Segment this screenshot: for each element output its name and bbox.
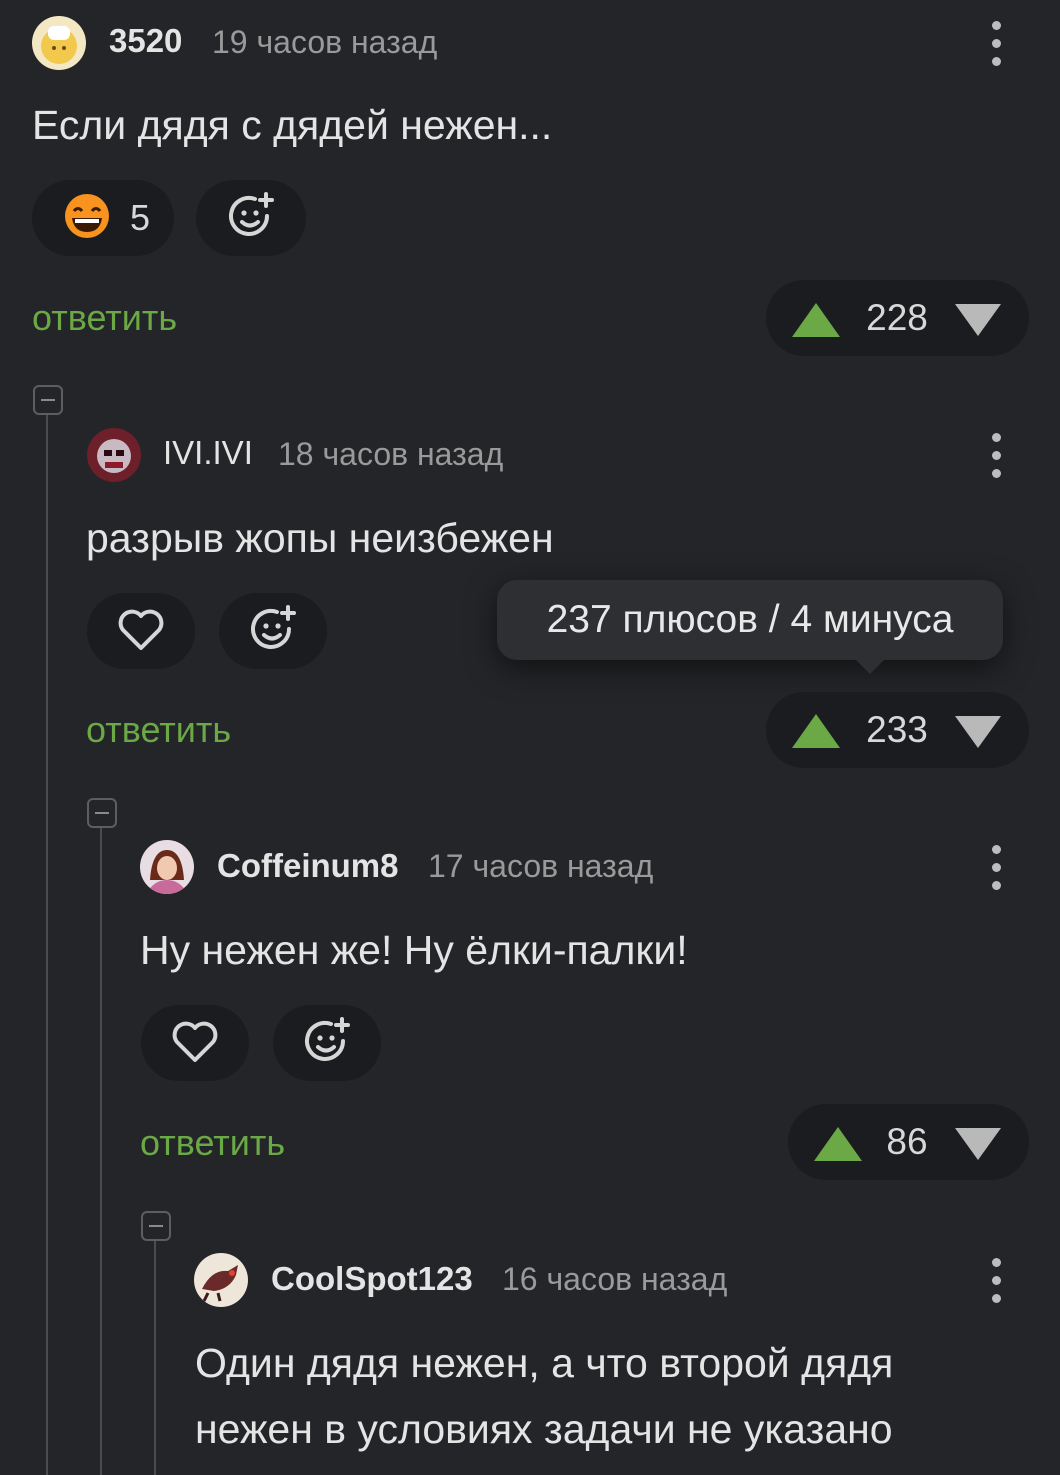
comment-text-line: нежен в условиях задачи не указано <box>195 1406 893 1452</box>
upvote-icon[interactable] <box>792 303 840 337</box>
rating-value: 228 <box>866 297 928 338</box>
rating-control: 228 <box>766 280 1029 356</box>
username[interactable]: CoolSpot123 <box>271 1260 473 1298</box>
collapse-icon[interactable] <box>33 385 63 415</box>
add-reaction-button[interactable] <box>273 1005 381 1081</box>
thread-line[interactable] <box>100 828 102 1475</box>
add-reaction-button[interactable] <box>219 593 327 669</box>
thread-line[interactable] <box>154 1241 156 1475</box>
like-button[interactable] <box>87 593 195 669</box>
avatar[interactable] <box>32 16 86 70</box>
timestamp: 19 часов назад <box>212 24 438 60</box>
add-reaction-icon <box>299 1013 355 1074</box>
more-vertical-icon[interactable] <box>981 1250 1011 1310</box>
add-reaction-icon <box>245 601 301 662</box>
downvote-icon[interactable] <box>955 1128 1001 1160</box>
reaction-button[interactable]: 5 <box>32 180 174 256</box>
rating-control: 86 <box>788 1104 1029 1180</box>
thread-line[interactable] <box>46 415 48 1475</box>
avatar[interactable] <box>87 428 141 482</box>
tooltip-text: 237 плюсов / 4 минуса <box>546 598 954 641</box>
avatar[interactable] <box>140 840 194 894</box>
tooltip-arrow <box>856 660 884 674</box>
timestamp: 18 часов назад <box>278 436 504 472</box>
rating-value: 86 <box>886 1121 928 1162</box>
timestamp: 17 часов назад <box>428 848 654 884</box>
heart-icon <box>170 1018 220 1069</box>
heart-icon <box>116 606 166 657</box>
rating-value: 233 <box>866 709 928 750</box>
add-reaction-button[interactable] <box>196 180 306 256</box>
collapse-icon[interactable] <box>141 1211 171 1241</box>
comment-text: Ну нежен же! Ну ёлки-палки! <box>140 927 688 973</box>
like-button[interactable] <box>141 1005 249 1081</box>
rating-control: 233 <box>766 692 1029 768</box>
more-vertical-icon[interactable] <box>981 837 1011 897</box>
add-reaction-icon <box>223 188 279 249</box>
collapse-icon[interactable] <box>87 798 117 828</box>
username[interactable]: IVI.IVI <box>163 434 253 472</box>
comment-text-line: Один дядя нежен, а что второй дядя <box>195 1340 894 1386</box>
username[interactable]: 3520 <box>109 22 182 60</box>
timestamp: 16 часов назад <box>502 1261 728 1297</box>
reply-link[interactable]: ответить <box>140 1122 285 1164</box>
more-vertical-icon[interactable] <box>981 425 1011 485</box>
grinning-emoji-icon <box>62 191 112 246</box>
comment-text: Если дядя с дядей нежен... <box>32 102 553 148</box>
reply-link[interactable]: ответить <box>32 297 177 339</box>
reply-link[interactable]: ответить <box>86 709 231 751</box>
upvote-icon[interactable] <box>792 714 840 748</box>
downvote-icon[interactable] <box>955 716 1001 748</box>
downvote-icon[interactable] <box>955 304 1001 336</box>
avatar[interactable] <box>194 1253 248 1307</box>
reaction-count: 5 <box>130 197 151 238</box>
comment-text: разрыв жопы неизбежен <box>86 515 554 561</box>
rating-tooltip: 237 плюсов / 4 минуса <box>497 580 1003 660</box>
more-vertical-icon[interactable] <box>981 13 1011 73</box>
upvote-icon[interactable] <box>814 1127 862 1161</box>
username[interactable]: Coffeinum8 <box>217 847 399 885</box>
